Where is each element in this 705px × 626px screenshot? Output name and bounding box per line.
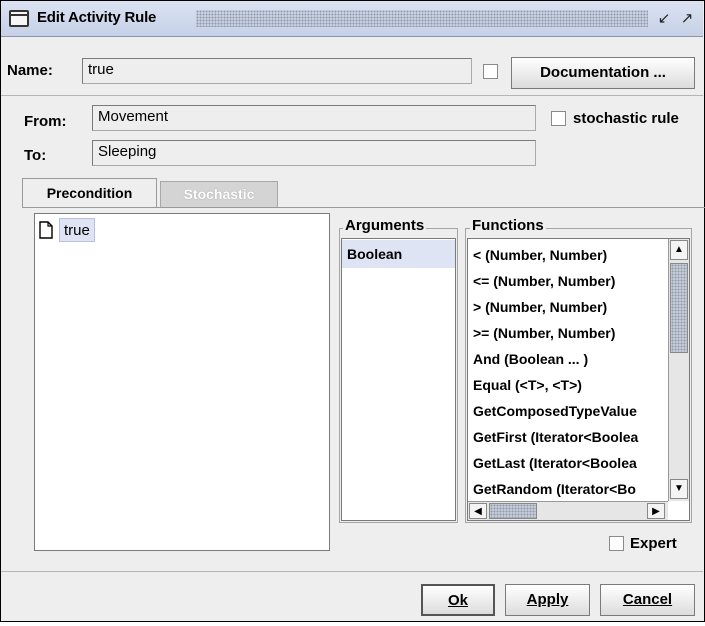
name-field[interactable]: true: [82, 58, 472, 84]
functions-list[interactable]: < (Number, Number) <= (Number, Number) >…: [467, 238, 690, 521]
apply-button-label: Apply: [526, 591, 569, 608]
tab-precondition[interactable]: Precondition: [22, 178, 157, 208]
functions-viewport: < (Number, Number) <= (Number, Number) >…: [468, 239, 668, 501]
list-item[interactable]: > (Number, Number): [468, 294, 668, 320]
from-field[interactable]: Movement: [92, 105, 536, 131]
horizontal-scrollbar[interactable]: ◀ ▶: [468, 501, 668, 520]
cancel-button[interactable]: Cancel: [600, 584, 695, 616]
scroll-up-icon[interactable]: ▲: [670, 240, 688, 260]
name-label: Name:: [7, 62, 53, 79]
ok-button-label: Ok: [447, 592, 468, 609]
window-icon: [9, 10, 29, 27]
window-title: Edit Activity Rule: [37, 9, 157, 26]
tab-divider: [22, 207, 705, 208]
horizontal-scroll-thumb[interactable]: [489, 503, 537, 519]
cancel-button-label: Cancel: [622, 591, 673, 608]
stochastic-rule-label: stochastic rule: [573, 110, 679, 127]
to-label: To:: [24, 147, 47, 164]
maximize-icon[interactable]: ↗: [677, 9, 697, 29]
precondition-tree[interactable]: [34, 213, 330, 551]
list-item[interactable]: GetLast (Iterator<Boolea: [468, 450, 668, 476]
to-field[interactable]: Sleeping: [92, 140, 536, 166]
documentation-button[interactable]: Documentation ...: [511, 57, 695, 89]
scroll-down-icon[interactable]: ▼: [670, 479, 688, 499]
vertical-scrollbar[interactable]: ▲ ▼: [668, 239, 689, 501]
tab-stochastic[interactable]: Stochastic: [160, 181, 278, 207]
ok-button[interactable]: Ok: [421, 584, 495, 616]
name-checkbox[interactable]: [483, 64, 498, 79]
list-item[interactable]: GetComposedTypeValue: [468, 398, 668, 424]
vertical-scroll-thumb[interactable]: [670, 263, 688, 353]
from-label: From:: [24, 113, 67, 130]
separator: [1, 571, 703, 572]
document-icon: [39, 221, 53, 239]
list-item[interactable]: GetRandom (Iterator<Bo: [468, 476, 668, 501]
list-item[interactable]: Equal (<T>, <T>): [468, 372, 668, 398]
list-item[interactable]: And (Boolean ... ): [468, 346, 668, 372]
arguments-list[interactable]: Boolean: [341, 238, 456, 521]
stochastic-rule-checkbox[interactable]: [551, 111, 566, 126]
list-item[interactable]: Boolean: [342, 240, 455, 268]
list-item[interactable]: <= (Number, Number): [468, 268, 668, 294]
apply-button[interactable]: Apply: [505, 584, 590, 616]
title-grip: [196, 10, 648, 27]
arguments-title: Arguments: [343, 217, 427, 234]
list-item[interactable]: < (Number, Number): [468, 242, 668, 268]
expert-label: Expert: [630, 535, 677, 552]
scroll-left-icon[interactable]: ◀: [469, 503, 487, 519]
functions-title: Functions: [470, 217, 546, 234]
tree-item[interactable]: true: [59, 218, 95, 242]
minimize-icon[interactable]: ↙: [654, 9, 674, 29]
scroll-right-icon[interactable]: ▶: [647, 503, 665, 519]
list-item[interactable]: >= (Number, Number): [468, 320, 668, 346]
expert-checkbox[interactable]: [609, 536, 624, 551]
list-item[interactable]: GetFirst (Iterator<Boolea: [468, 424, 668, 450]
separator: [1, 95, 703, 96]
